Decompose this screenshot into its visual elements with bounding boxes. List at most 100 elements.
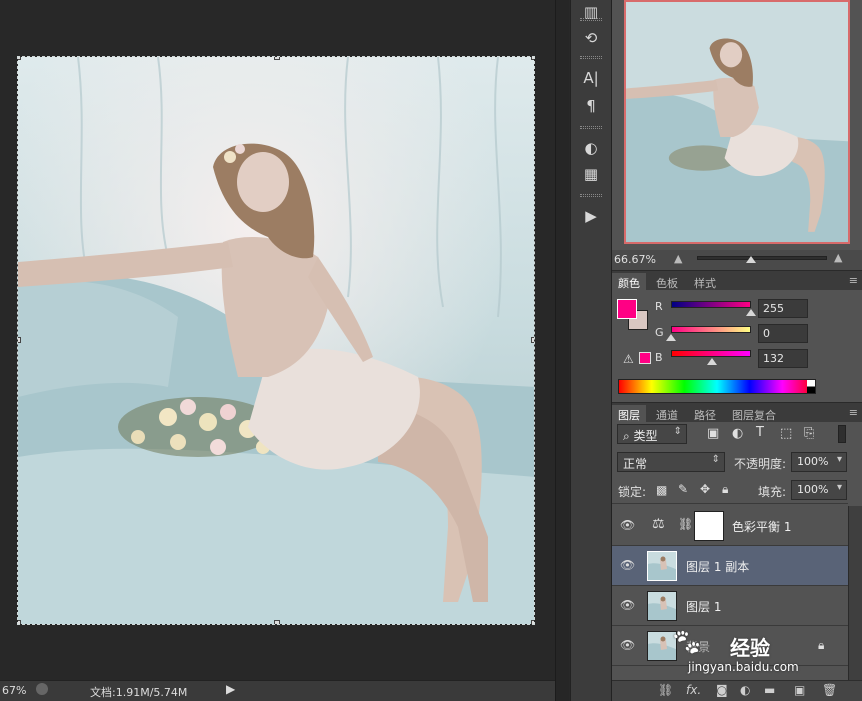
- gamut-warning-icon[interactable]: ⚠: [623, 352, 634, 366]
- opacity-field[interactable]: 100% ▾: [791, 452, 847, 472]
- eye-icon[interactable]: 👁︎: [620, 598, 636, 612]
- color-spectrum-bar[interactable]: [618, 379, 816, 394]
- channel-r-value[interactable]: 255: [758, 299, 808, 318]
- tab-channels[interactable]: 通道: [650, 405, 684, 423]
- history-icon[interactable]: ⟲: [577, 26, 605, 50]
- add-mask-icon[interactable]: ◙: [716, 683, 728, 697]
- transform-handle[interactable]: [274, 620, 280, 624]
- channel-r-knob[interactable]: [746, 309, 756, 316]
- channel-g-slider[interactable]: [671, 326, 751, 333]
- chain-link-icon[interactable]: ⛓: [678, 517, 693, 531]
- eye-icon[interactable]: 👁︎: [620, 638, 636, 652]
- navigator-preview[interactable]: [624, 0, 850, 244]
- shape-filter-icon[interactable]: ⬚: [780, 426, 792, 441]
- new-group-icon[interactable]: ▬: [764, 683, 775, 697]
- dock-grip[interactable]: [580, 194, 602, 197]
- character-icon[interactable]: A|: [577, 66, 605, 90]
- transform-handle[interactable]: [531, 57, 534, 60]
- vertical-scrollbar[interactable]: [555, 0, 569, 701]
- layer-name[interactable]: 色彩平衡 1: [732, 518, 791, 535]
- paw-logo-icon: 🐾︎: [670, 628, 704, 658]
- channel-r-label: R: [655, 300, 663, 313]
- layer-mask-thumbnail[interactable]: [694, 511, 724, 541]
- foreground-color-swatch[interactable]: [617, 299, 637, 319]
- panel-menu-icon[interactable]: ≡: [849, 274, 858, 287]
- dock-grip[interactable]: [580, 126, 602, 129]
- layer-name[interactable]: 图层 1: [686, 598, 721, 615]
- new-layer-icon[interactable]: ▣: [794, 683, 805, 697]
- layer-filter-dropdown[interactable]: ⌕ 类型 ⇕: [617, 424, 687, 444]
- channel-r-slider[interactable]: [671, 301, 751, 308]
- transform-handle[interactable]: [18, 337, 21, 343]
- document-image[interactable]: [17, 56, 535, 625]
- channel-b-knob[interactable]: [707, 358, 717, 365]
- transform-handle[interactable]: [18, 620, 21, 624]
- navigator-zoom[interactable]: 66.67%: [614, 253, 656, 266]
- layer-thumbnail: [647, 591, 677, 621]
- canvas-area[interactable]: [0, 0, 555, 680]
- properties-icon[interactable]: ▦: [577, 162, 605, 186]
- layer-row-color-balance[interactable]: 👁︎ ⚖ ⛓ 色彩平衡 1: [612, 506, 848, 546]
- eye-icon[interactable]: 👁︎: [620, 558, 636, 572]
- lock-position-icon[interactable]: ✥: [700, 482, 710, 496]
- opacity-label: 不透明度:: [734, 457, 787, 471]
- tab-layers[interactable]: 图层: [612, 405, 646, 423]
- blend-mode-value: 正常: [623, 457, 648, 471]
- layer-row-layer1[interactable]: 👁︎ 图层 1: [612, 586, 848, 626]
- actions-play-icon[interactable]: ▶: [577, 204, 605, 228]
- navigator-zoom-slider[interactable]: [697, 256, 827, 260]
- smart-object-filter-icon[interactable]: ⎘: [804, 426, 814, 441]
- watermark-brand: 经验: [730, 636, 770, 660]
- channel-g-value[interactable]: 0: [758, 324, 808, 343]
- channel-g-knob[interactable]: [666, 334, 676, 341]
- transform-handle[interactable]: [274, 57, 280, 60]
- pixel-filter-icon[interactable]: ▣: [707, 426, 719, 441]
- document-info[interactable]: 文档:1.91M/5.74M: [90, 684, 187, 700]
- eye-icon[interactable]: 👁︎: [620, 518, 636, 532]
- watermark-url: jingyan.baidu.com: [688, 660, 799, 674]
- type-filter-icon[interactable]: T: [756, 425, 764, 440]
- dock-grip[interactable]: [580, 18, 602, 21]
- color-panel-tabs: 颜色 色板 样式 ≡: [612, 270, 862, 291]
- lock-transparency-icon[interactable]: ▩: [656, 483, 667, 497]
- channel-b-value[interactable]: 132: [758, 349, 808, 368]
- tab-layer-comps[interactable]: 图层复合: [726, 405, 782, 423]
- navigator-slider-knob[interactable]: [746, 256, 756, 263]
- delete-layer-icon[interactable]: 🗑︎: [822, 683, 837, 697]
- fill-field[interactable]: 100% ▾: [791, 480, 847, 500]
- new-adjustment-icon[interactable]: ◐: [740, 683, 750, 697]
- fx-icon[interactable]: fx.: [686, 683, 701, 697]
- layer-row-layer1-copy[interactable]: 👁︎ 图层 1 副本: [612, 546, 848, 586]
- share-icon[interactable]: [36, 683, 48, 695]
- blend-mode-dropdown[interactable]: 正常 ⇕: [617, 452, 725, 472]
- tab-paths[interactable]: 路径: [688, 405, 722, 423]
- filter-toggle[interactable]: [838, 425, 846, 443]
- layer-thumbnail: [647, 551, 677, 581]
- channel-b-label: B: [655, 351, 663, 364]
- panel-menu-icon[interactable]: ≡: [849, 406, 858, 419]
- transform-handle[interactable]: [18, 57, 21, 60]
- tab-swatches[interactable]: 色板: [650, 273, 684, 291]
- channel-g-label: G: [655, 326, 664, 339]
- lock-paint-icon[interactable]: ✎: [678, 482, 688, 496]
- tab-color[interactable]: 颜色: [612, 273, 646, 291]
- layers-scrollbar[interactable]: [848, 506, 862, 680]
- transform-handle[interactable]: [531, 337, 534, 343]
- gamut-color-swatch[interactable]: [639, 352, 651, 364]
- zoom-out-icon[interactable]: ▲: [674, 252, 682, 265]
- adjustments-icon[interactable]: ◐: [577, 136, 605, 160]
- watermark: 🐾︎ 经验 jingyan.baidu.com: [660, 626, 820, 680]
- transform-handle[interactable]: [531, 620, 534, 624]
- channel-b-slider[interactable]: [671, 350, 751, 357]
- zoom-level[interactable]: 67%: [2, 684, 26, 697]
- dock-grip[interactable]: [580, 56, 602, 59]
- tab-styles[interactable]: 样式: [688, 273, 722, 291]
- status-arrow-icon[interactable]: ▶: [226, 682, 235, 696]
- layers-footer: ⛓ fx. ◙ ◐ ▬ ▣ 🗑︎: [612, 680, 862, 701]
- adjustment-filter-icon[interactable]: ◐: [732, 426, 743, 441]
- lock-all-icon[interactable]: 🔒︎: [722, 482, 728, 497]
- zoom-in-icon[interactable]: ▲: [834, 251, 842, 264]
- layer-name[interactable]: 图层 1 副本: [686, 558, 749, 575]
- link-layers-icon[interactable]: ⛓: [658, 683, 673, 697]
- paragraph-icon[interactable]: ¶: [577, 94, 605, 118]
